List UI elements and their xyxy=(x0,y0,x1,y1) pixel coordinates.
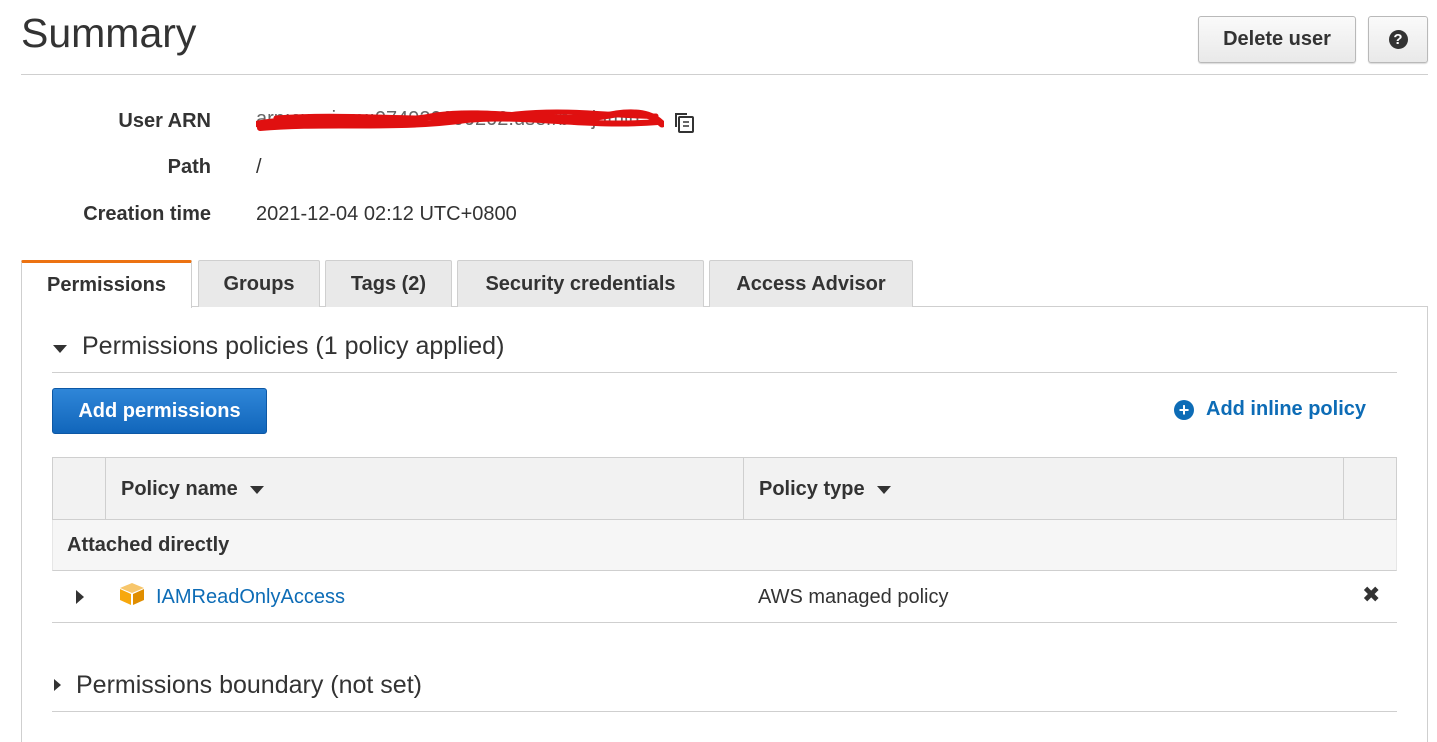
column-header-policy-name[interactable]: Policy name xyxy=(121,478,264,501)
page-title: Summary xyxy=(21,10,197,56)
plus-circle-icon: + xyxy=(1174,399,1194,420)
add-inline-policy-label: Add inline policy xyxy=(1206,398,1367,420)
add-permissions-button[interactable]: Add permissions xyxy=(52,388,267,434)
user-arn-label: User ARN xyxy=(118,110,211,132)
question-circle-icon: ? xyxy=(1388,30,1408,49)
table-header: Policy name Policy type xyxy=(52,457,1397,520)
permissions-policies-header[interactable]: Permissions policies (1 policy applied) xyxy=(52,332,504,361)
aws-managed-cube-icon xyxy=(120,583,144,605)
add-inline-policy-link[interactable]: + Add inline policy xyxy=(1174,398,1366,421)
column-header-label: Policy name xyxy=(121,478,238,500)
help-button[interactable]: ? xyxy=(1368,16,1428,63)
delete-user-button[interactable]: Delete user xyxy=(1198,16,1356,63)
redaction-scribble xyxy=(256,109,664,131)
permissions-boundary-header[interactable]: Permissions boundary (not set) xyxy=(52,671,422,700)
column-header-label: Policy type xyxy=(759,478,865,500)
remove-policy-icon[interactable]: ✖ xyxy=(1362,582,1380,608)
expand-caret-icon[interactable] xyxy=(76,590,84,604)
column-separator xyxy=(105,458,106,519)
sort-caret-icon xyxy=(249,485,264,494)
permissions-policies-title: Permissions policies (1 policy applied) xyxy=(82,332,505,360)
caret-right-icon xyxy=(52,671,62,700)
column-separator xyxy=(1343,458,1344,519)
tab-groups[interactable]: Groups xyxy=(198,260,320,307)
path-value: / xyxy=(256,156,262,178)
creation-time-value: 2021-12-04 02:12 UTC+0800 xyxy=(256,203,517,225)
tab-permissions[interactable]: Permissions xyxy=(21,260,192,308)
sort-caret-icon xyxy=(876,485,891,494)
section-divider xyxy=(52,372,1397,373)
policy-type-value: AWS managed policy xyxy=(758,586,949,608)
policies-table: Policy name Policy type Attached directl… xyxy=(52,457,1397,623)
group-label: Attached directly xyxy=(67,534,230,556)
column-separator xyxy=(743,458,744,519)
copy-icon[interactable] xyxy=(672,110,698,136)
path-label: Path xyxy=(167,156,211,178)
policy-name-link[interactable]: IAMReadOnlyAccess xyxy=(156,586,345,609)
creation-time-label: Creation time xyxy=(83,203,211,225)
tab-tags[interactable]: Tags (2) xyxy=(325,260,452,307)
tab-access-advisor[interactable]: Access Advisor xyxy=(709,260,913,307)
caret-down-icon xyxy=(52,332,68,361)
table-row: IAMReadOnlyAccess AWS managed policy ✖ xyxy=(52,571,1397,623)
column-header-policy-type[interactable]: Policy type xyxy=(759,478,891,501)
permissions-boundary-title: Permissions boundary (not set) xyxy=(76,671,422,699)
user-arn-value-container: arn:aws:iam::074920600202:user/benjamin xyxy=(256,108,664,136)
section-divider xyxy=(52,711,1397,712)
tab-security-credentials[interactable]: Security credentials xyxy=(457,260,704,307)
group-row-attached-directly: Attached directly xyxy=(52,520,1397,571)
header-divider xyxy=(21,74,1428,75)
